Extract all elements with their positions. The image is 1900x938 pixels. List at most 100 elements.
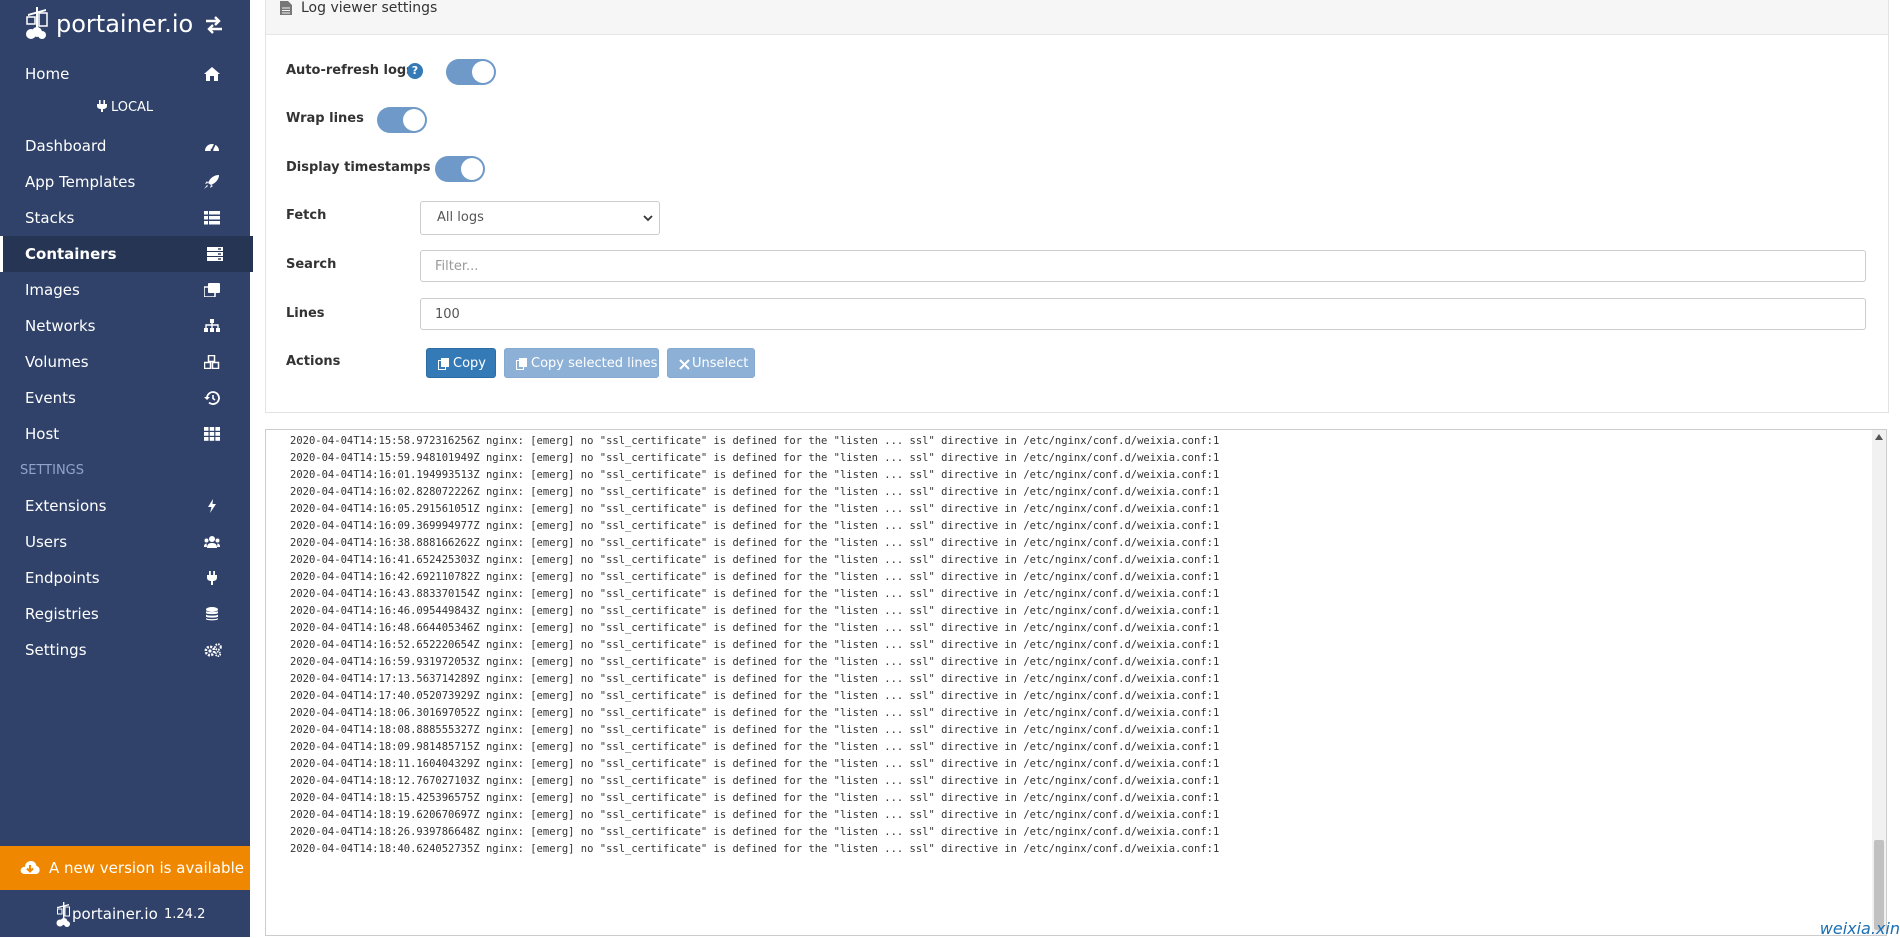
scroll-thumb[interactable] xyxy=(1874,840,1884,930)
portainer-logo-icon[interactable] xyxy=(24,6,52,40)
sidebar-item-extensions[interactable]: Extensions xyxy=(0,488,250,524)
exchange-icon[interactable] xyxy=(204,16,224,34)
unselect-button[interactable]: Unselect xyxy=(667,348,755,378)
log-line[interactable]: 2020-04-04T14:16:48.664405346Z nginx: [e… xyxy=(290,620,1219,637)
sidebar-item-app-templates[interactable]: App Templates xyxy=(0,164,250,200)
log-line[interactable]: 2020-04-04T14:16:42.692110782Z nginx: [e… xyxy=(290,569,1219,586)
unselect-button-label: Unselect xyxy=(692,356,749,371)
brand-name[interactable]: portainer.io xyxy=(56,10,193,38)
scroll-up-arrow-icon[interactable] xyxy=(1875,434,1883,440)
sidebar-item-images[interactable]: Images xyxy=(0,272,250,308)
log-message: nginx: [emerg] no "ssl_certificate" is d… xyxy=(485,639,1220,651)
log-line[interactable]: 2020-04-04T14:17:40.052073929Z nginx: [e… xyxy=(290,688,1219,705)
copy-selected-lines-button[interactable]: Copy selected lines xyxy=(504,348,659,378)
search-input[interactable] xyxy=(420,250,1866,282)
panel-header: Log viewer settings xyxy=(266,0,1888,35)
log-lines: 2020-04-04T14:15:58.972316256Z nginx: [e… xyxy=(290,433,1219,858)
log-message: nginx: [emerg] no "ssl_certificate" is d… xyxy=(485,758,1220,770)
log-timestamp: 2020-04-04T14:17:13.563714289Z xyxy=(290,673,480,685)
log-line[interactable]: 2020-04-04T14:16:46.095449843Z nginx: [e… xyxy=(290,603,1219,620)
log-line[interactable]: 2020-04-04T14:16:52.652220654Z nginx: [e… xyxy=(290,637,1219,654)
log-timestamp: 2020-04-04T14:16:02.828072226Z xyxy=(290,486,480,498)
log-timestamp: 2020-04-04T14:16:09.369994977Z xyxy=(290,520,480,532)
log-line[interactable]: 2020-04-04T14:18:08.888555327Z nginx: [e… xyxy=(290,722,1219,739)
display-timestamps-toggle[interactable] xyxy=(435,156,485,182)
sidebar-item-events[interactable]: Events xyxy=(0,380,250,416)
log-line[interactable]: 2020-04-04T14:18:09.981485715Z nginx: [e… xyxy=(290,739,1219,756)
log-message: nginx: [emerg] no "ssl_certificate" is d… xyxy=(485,571,1220,583)
log-line[interactable]: 2020-04-04T14:16:05.291561051Z nginx: [e… xyxy=(290,501,1219,518)
log-message: nginx: [emerg] no "ssl_certificate" is d… xyxy=(485,775,1220,787)
sidebar-item-settings[interactable]: Settings xyxy=(0,632,250,668)
search-label: Search xyxy=(286,257,337,272)
sidebar-item-containers[interactable]: Containers xyxy=(0,236,253,272)
panel-title: Log viewer settings xyxy=(301,0,438,16)
sidebar-item-host[interactable]: Host xyxy=(0,416,250,452)
sidebar-item-label: Home xyxy=(25,65,70,83)
sidebar-item-endpoints[interactable]: Endpoints xyxy=(0,560,250,596)
log-line[interactable]: 2020-04-04T14:16:09.369994977Z nginx: [e… xyxy=(290,518,1219,535)
sidebar-item-label: Extensions xyxy=(25,497,107,515)
fetch-select-value: All logs xyxy=(437,210,484,225)
sidebar-item-label: Images xyxy=(25,281,80,299)
log-line[interactable]: 2020-04-04T14:18:40.624052735Z nginx: [e… xyxy=(290,841,1219,858)
timestamps-label: Display timestamps xyxy=(286,160,431,175)
log-line[interactable]: 2020-04-04T14:18:19.620670697Z nginx: [e… xyxy=(290,807,1219,824)
log-line[interactable]: 2020-04-04T14:18:12.767027103Z nginx: [e… xyxy=(290,773,1219,790)
fetch-label: Fetch xyxy=(286,208,327,223)
copy-icon xyxy=(438,358,449,370)
sidebar-item-label: Dashboard xyxy=(25,137,107,155)
sidebar-item-label: Events xyxy=(25,389,76,407)
fetch-select[interactable]: All logs xyxy=(420,201,660,235)
sidebar-item-users[interactable]: Users xyxy=(0,524,250,560)
log-line[interactable]: 2020-04-04T14:16:59.931972053Z nginx: [e… xyxy=(290,654,1219,671)
log-message: nginx: [emerg] no "ssl_certificate" is d… xyxy=(485,826,1220,838)
question-circle-icon[interactable]: ? xyxy=(407,63,423,79)
log-scrollbar[interactable] xyxy=(1872,430,1886,935)
log-line[interactable]: 2020-04-04T14:17:13.563714289Z nginx: [e… xyxy=(290,671,1219,688)
log-timestamp: 2020-04-04T14:16:59.931972053Z xyxy=(290,656,480,668)
log-line[interactable]: 2020-04-04T14:15:58.972316256Z nginx: [e… xyxy=(290,433,1219,450)
log-message: nginx: [emerg] no "ssl_certificate" is d… xyxy=(485,605,1220,617)
sidebar-item-volumes[interactable]: Volumes xyxy=(0,344,250,380)
log-line[interactable]: 2020-04-04T14:16:38.888166262Z nginx: [e… xyxy=(290,535,1219,552)
watermark: weixia.xin xyxy=(1819,919,1900,938)
sidebar-item-home[interactable]: Home xyxy=(0,56,250,92)
log-line[interactable]: 2020-04-04T14:16:01.194993513Z nginx: [e… xyxy=(290,467,1219,484)
clone-icon xyxy=(204,283,220,297)
copy-selected-lines-label: Copy selected lines xyxy=(531,356,658,371)
log-message: nginx: [emerg] no "ssl_certificate" is d… xyxy=(485,656,1220,668)
log-line[interactable]: 2020-04-04T14:15:59.948101949Z nginx: [e… xyxy=(290,450,1219,467)
log-line[interactable]: 2020-04-04T14:16:02.828072226Z nginx: [e… xyxy=(290,484,1219,501)
footer-brand: portainer.io xyxy=(72,905,158,923)
copy-button-label: Copy xyxy=(453,356,486,371)
wrap-lines-toggle[interactable] xyxy=(377,107,427,133)
lines-input[interactable] xyxy=(420,298,1866,330)
tachometer-icon xyxy=(205,143,219,152)
log-timestamp: 2020-04-04T14:16:52.652220654Z xyxy=(290,639,480,651)
sidebar-item-stacks[interactable]: Stacks xyxy=(0,200,250,236)
log-timestamp: 2020-04-04T14:16:01.194993513Z xyxy=(290,469,480,481)
sidebar-item-dashboard[interactable]: Dashboard xyxy=(0,128,250,164)
log-line[interactable]: 2020-04-04T14:16:41.652425303Z nginx: [e… xyxy=(290,552,1219,569)
copy-button[interactable]: Copy xyxy=(426,348,496,378)
log-viewer[interactable]: 2020-04-04T14:15:58.972316256Z nginx: [e… xyxy=(265,429,1887,936)
auto-refresh-toggle[interactable] xyxy=(446,59,496,85)
log-line[interactable]: 2020-04-04T14:18:06.301697052Z nginx: [e… xyxy=(290,705,1219,722)
log-timestamp: 2020-04-04T14:15:59.948101949Z xyxy=(290,452,480,464)
log-message: nginx: [emerg] no "ssl_certificate" is d… xyxy=(485,707,1220,719)
sidebar-item-networks[interactable]: Networks xyxy=(0,308,250,344)
portainer-logo-icon xyxy=(56,902,70,927)
log-line[interactable]: 2020-04-04T14:18:15.425396575Z nginx: [e… xyxy=(290,790,1219,807)
sidebar-item-registries[interactable]: Registries xyxy=(0,596,250,632)
log-line[interactable]: 2020-04-04T14:16:43.883370154Z nginx: [e… xyxy=(290,586,1219,603)
log-timestamp: 2020-04-04T14:16:43.883370154Z xyxy=(290,588,480,600)
log-line[interactable]: 2020-04-04T14:18:11.160404329Z nginx: [e… xyxy=(290,756,1219,773)
bolt-icon xyxy=(208,499,216,513)
log-message: nginx: [emerg] no "ssl_certificate" is d… xyxy=(485,554,1220,566)
log-timestamp: 2020-04-04T14:18:19.620670697Z xyxy=(290,809,480,821)
log-timestamp: 2020-04-04T14:18:12.767027103Z xyxy=(290,775,480,787)
log-timestamp: 2020-04-04T14:18:26.939786648Z xyxy=(290,826,480,838)
update-banner[interactable]: A new version is available xyxy=(0,846,250,890)
log-line[interactable]: 2020-04-04T14:18:26.939786648Z nginx: [e… xyxy=(290,824,1219,841)
